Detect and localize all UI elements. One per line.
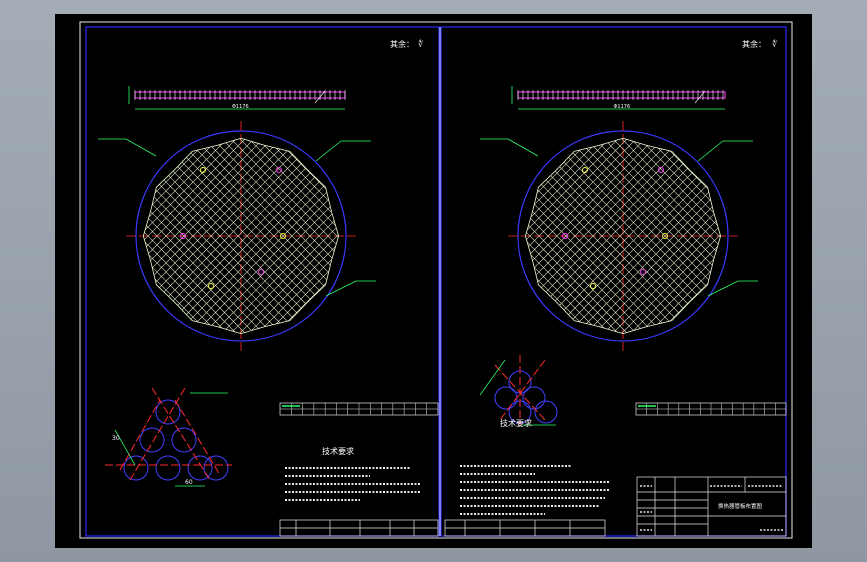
paper-background [55, 14, 812, 548]
cad-viewport: 其余： ∜ 其余： ∜ Φ1176 Φ1176 30 60 技术要求 技术要求 … [0, 0, 867, 562]
right-surface-note: 其余： [742, 39, 766, 49]
svg-text:∜: ∜ [772, 39, 778, 49]
svg-text:∜: ∜ [418, 39, 424, 49]
left-tech-title: 技术要求 [322, 446, 354, 456]
svg-text:60: 60 [185, 479, 193, 486]
right-tech-title: 技术要求 [500, 418, 532, 428]
svg-text:Φ1176: Φ1176 [232, 104, 249, 110]
svg-text:Φ1176: Φ1176 [614, 104, 631, 110]
drawing-canvas: 其余： ∜ 其余： ∜ Φ1176 Φ1176 30 60 技术要求 技术要求 … [55, 14, 812, 548]
svg-text:30: 30 [112, 435, 120, 442]
title-block-name: 换热器管板布置图 [718, 502, 763, 510]
left-surface-note: 其余： [390, 39, 414, 49]
